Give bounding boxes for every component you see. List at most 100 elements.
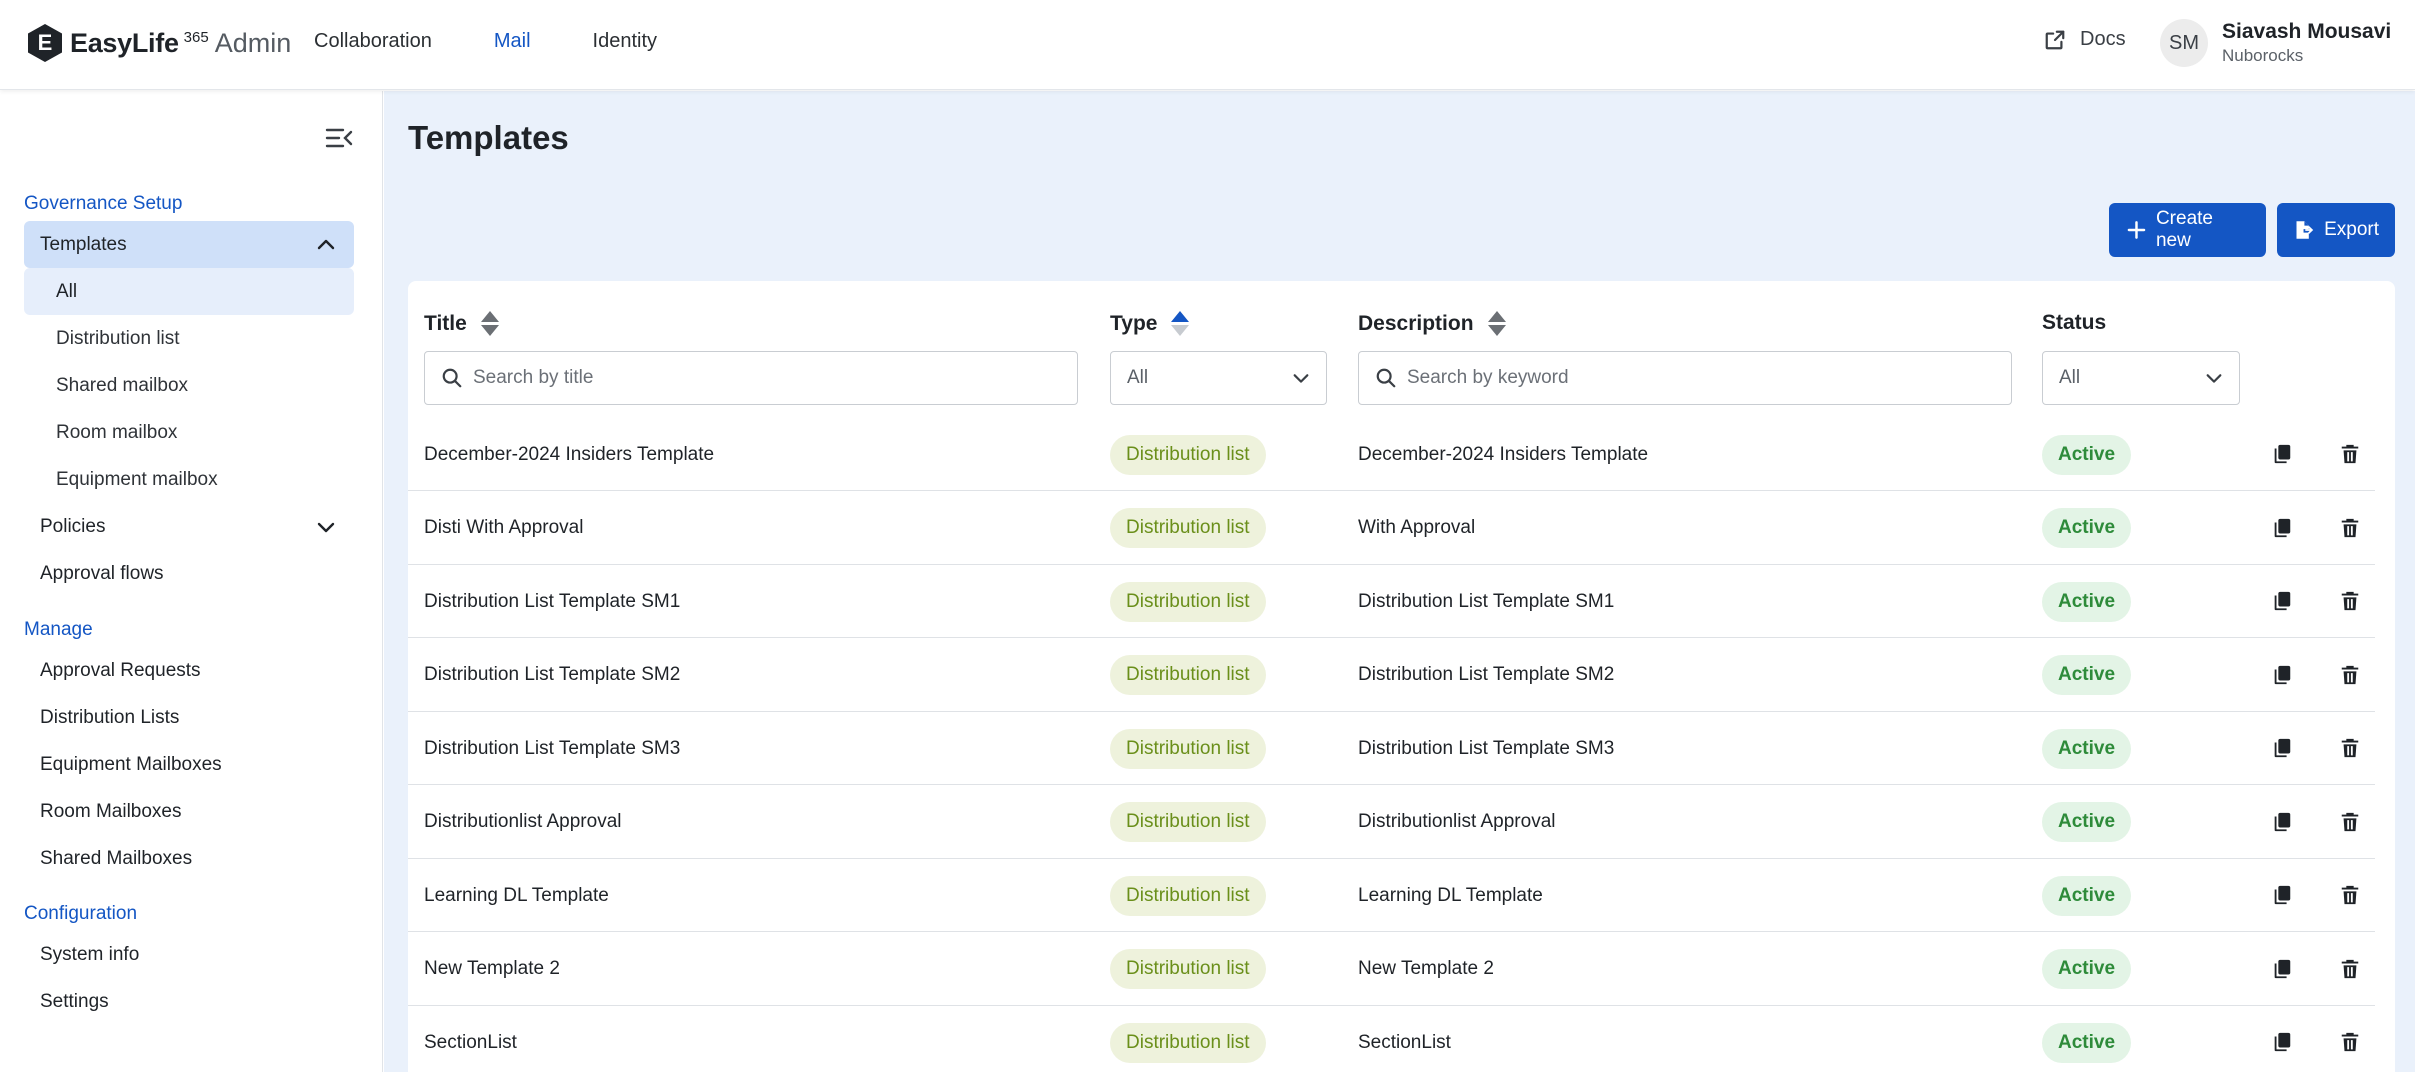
duplicate-button[interactable] <box>2270 589 2294 613</box>
description-search-field[interactable] <box>1358 351 2012 405</box>
nav-identity[interactable]: Identity <box>593 30 657 53</box>
sidebar-subitem-all[interactable]: All <box>24 268 354 315</box>
status-badge: Active <box>2042 949 2132 989</box>
section-configuration: Configuration <box>24 903 138 924</box>
duplicate-button[interactable] <box>2270 663 2294 687</box>
type-filter-select[interactable]: All <box>1110 351 1327 405</box>
row-type-cell: Distribution list <box>1110 859 1266 932</box>
export-button[interactable]: Export <box>2277 203 2395 257</box>
sidebar-item-settings[interactable]: Settings <box>24 978 354 1025</box>
delete-button[interactable] <box>2338 810 2362 834</box>
type-badge: Distribution list <box>1110 434 1266 475</box>
title-search-input[interactable] <box>473 367 995 389</box>
table-row[interactable]: December-2024 Insiders Template Distribu… <box>408 418 2375 491</box>
sidebar-item-label: Room mailbox <box>56 421 178 443</box>
trash-icon <box>2341 444 2359 464</box>
user-menu[interactable]: SM Siavash Mousavi Nuborocks <box>2160 19 2391 67</box>
delete-button[interactable] <box>2338 663 2362 687</box>
sidebar-item-system-info[interactable]: System info <box>24 931 354 978</box>
sidebar-item-approval-flows[interactable]: Approval flows <box>24 550 354 597</box>
trash-icon <box>2341 885 2359 905</box>
nav-mail[interactable]: Mail <box>494 30 531 53</box>
row-description: SectionList <box>1358 1031 1451 1053</box>
user-org: Nuborocks <box>2222 46 2304 65</box>
table-row[interactable]: Distribution List Template SM2 Distribut… <box>408 639 2375 712</box>
trash-icon <box>2341 518 2359 537</box>
status-badge: Active <box>2042 728 2132 769</box>
row-title: SectionList <box>424 1031 517 1053</box>
type-badge: Distribution list <box>1110 508 1266 548</box>
column-header-label: Title <box>424 311 467 335</box>
status-filter-select[interactable]: All <box>2042 351 2240 405</box>
duplicate-button[interactable] <box>2270 736 2294 760</box>
sidebar-item-label: Shared mailbox <box>56 374 189 396</box>
status-badge: Active <box>2042 802 2132 842</box>
delete-button[interactable] <box>2338 442 2362 466</box>
sidebar-subitem-distribution-list[interactable]: Distribution list <box>24 315 354 362</box>
duplicate-button[interactable] <box>2270 883 2294 907</box>
table-row[interactable]: Distributionlist Approval Distribution l… <box>408 786 2375 859</box>
sidebar-item-policies[interactable]: Policies <box>24 503 354 550</box>
sidebar-item-label: Policies <box>40 515 106 537</box>
templates-table: Title Type Description Status All All <box>408 281 2395 1072</box>
external-link-icon <box>2045 30 2065 49</box>
sidebar-item-label: System info <box>40 943 140 965</box>
row-type-cell: Distribution list <box>1110 492 1266 565</box>
delete-button[interactable] <box>2338 883 2362 907</box>
sidebar-item-distribution-lists[interactable]: Distribution Lists <box>24 694 354 741</box>
duplicate-button[interactable] <box>2270 810 2294 834</box>
title-search-field[interactable] <box>424 351 1078 405</box>
table-row[interactable]: Distribution List Template SM1 Distribut… <box>408 565 2375 638</box>
delete-button[interactable] <box>2338 957 2362 981</box>
sidebar-subitem-shared-mailbox[interactable]: Shared mailbox <box>24 362 354 409</box>
row-title: December-2024 Insiders Template <box>424 443 715 465</box>
create-new-button[interactable]: Create new <box>2109 203 2266 257</box>
sort-icon[interactable] <box>480 311 499 336</box>
delete-button[interactable] <box>2338 589 2362 613</box>
duplicate-button[interactable] <box>2270 1030 2294 1054</box>
description-search-input[interactable] <box>1407 367 1929 389</box>
row-status-cell: Active <box>2042 933 2132 1006</box>
table-row[interactable]: Disti With Approval Distribution list Wi… <box>408 492 2375 565</box>
copy-icon <box>2274 1032 2291 1052</box>
row-status-cell: Active <box>2042 859 2132 932</box>
docs-link[interactable]: Docs <box>2044 28 2126 51</box>
row-type-cell: Distribution list <box>1110 933 1266 1006</box>
sidebar-item-templates[interactable]: Templates <box>24 221 354 268</box>
table-row[interactable]: New Template 2 Distribution list New Tem… <box>408 933 2375 1006</box>
app-logo[interactable]: E EasyLife 365 Admin <box>28 24 291 62</box>
menu-collapse-icon <box>325 128 353 148</box>
sidebar-item-label: Distribution Lists <box>40 706 180 728</box>
row-description: Distribution List Template SM1 <box>1358 590 1615 612</box>
duplicate-button[interactable] <box>2270 516 2294 540</box>
logo-hexagon-icon: E <box>28 24 62 62</box>
delete-button[interactable] <box>2338 1030 2362 1054</box>
table-row[interactable]: Learning DL Template Distribution list L… <box>408 859 2375 932</box>
row-status-cell: Active <box>2042 786 2132 859</box>
status-badge: Active <box>2042 508 2132 548</box>
column-header-description[interactable]: Description <box>1358 311 1506 336</box>
delete-button[interactable] <box>2338 516 2362 540</box>
chevron-up-icon <box>317 239 335 250</box>
sidebar-subitem-equipment-mailbox[interactable]: Equipment mailbox <box>24 456 354 503</box>
sidebar-item-approval-requests[interactable]: Approval Requests <box>24 647 354 694</box>
top-nav: Collaboration Mail Identity <box>314 30 719 53</box>
status-badge: Active <box>2042 581 2132 622</box>
chevron-down-icon <box>2206 374 2222 383</box>
sidebar-item-room-mailboxes[interactable]: Room Mailboxes <box>24 788 354 835</box>
column-header-title[interactable]: Title <box>424 311 499 336</box>
table-row[interactable]: Distribution List Template SM3 Distribut… <box>408 712 2375 785</box>
table-row[interactable]: SectionList Distribution list SectionLis… <box>408 1006 2375 1072</box>
sort-ascending-icon[interactable] <box>1171 311 1190 336</box>
duplicate-button[interactable] <box>2270 957 2294 981</box>
column-header-type[interactable]: Type <box>1110 311 1190 336</box>
collapse-sidebar-button[interactable] <box>322 121 356 155</box>
sidebar-subitem-room-mailbox[interactable]: Room mailbox <box>24 409 354 456</box>
row-description: With Approval <box>1358 517 1476 538</box>
sort-icon[interactable] <box>1487 311 1506 336</box>
delete-button[interactable] <box>2338 736 2362 760</box>
sidebar-item-shared-mailboxes[interactable]: Shared Mailboxes <box>24 835 354 882</box>
nav-collaboration[interactable]: Collaboration <box>314 30 432 53</box>
duplicate-button[interactable] <box>2270 442 2294 466</box>
sidebar-item-equipment-mailboxes[interactable]: Equipment Mailboxes <box>24 741 354 788</box>
